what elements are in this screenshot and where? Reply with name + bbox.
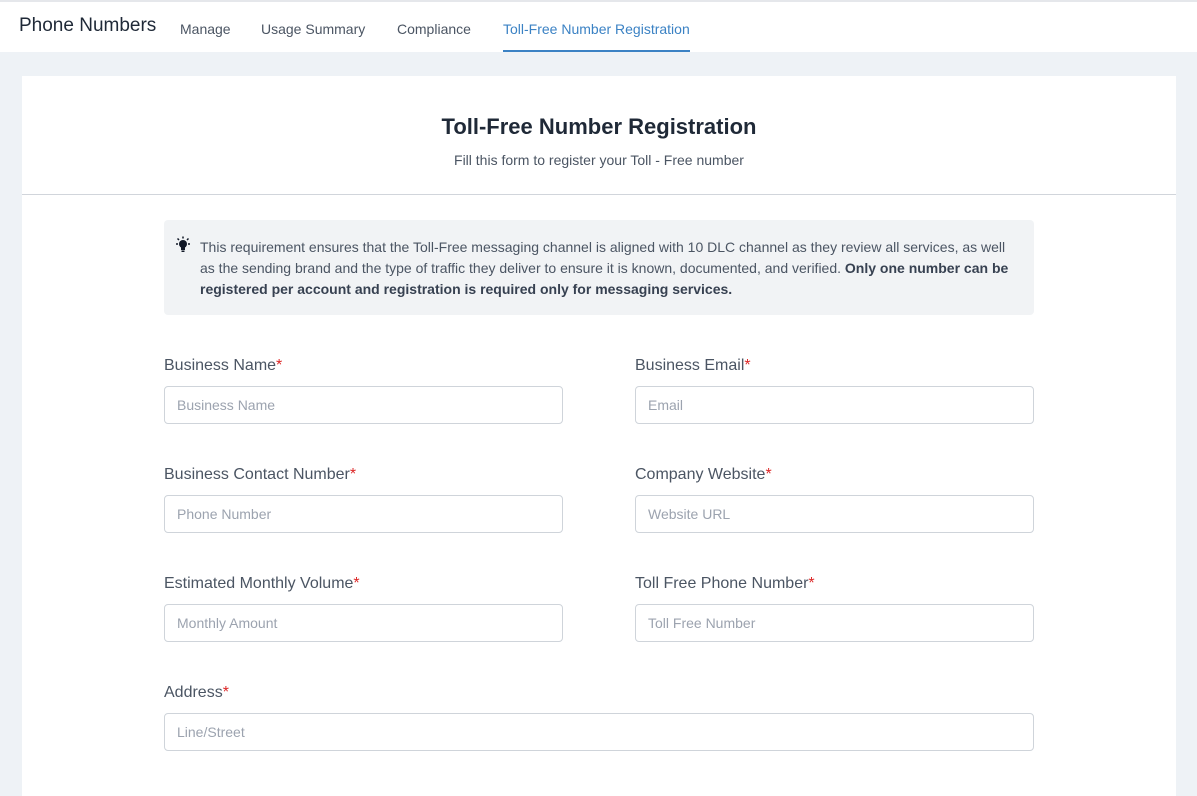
estimated-monthly-volume-label: Estimated Monthly Volume* [164, 575, 360, 592]
required-marker: * [349, 466, 357, 483]
required-marker: * [353, 575, 360, 592]
required-marker: * [744, 357, 751, 374]
required-marker: * [808, 575, 815, 592]
top-nav-bar: Phone Numbers Manage Usage Summary Compl… [0, 0, 1197, 52]
tab-toll-free-number-registration[interactable]: Toll-Free Number Registration [503, 21, 690, 52]
registration-form-card: Toll-Free Number Registration Fill this … [22, 76, 1176, 796]
form-subtitle: Fill this form to register your Toll - F… [454, 152, 744, 168]
tab-manage[interactable]: Manage [180, 21, 231, 52]
lightbulb-icon [176, 236, 190, 252]
business-name-label: Business Name* [164, 357, 283, 374]
app-title: Phone Numbers [19, 15, 157, 36]
form-header: Toll-Free Number Registration Fill this … [22, 76, 1176, 195]
required-marker: * [765, 466, 772, 483]
business-email-input[interactable] [635, 386, 1034, 424]
business-contact-number-label: Business Contact Number* [164, 466, 357, 483]
business-name-input[interactable] [164, 386, 563, 424]
tab-compliance[interactable]: Compliance [397, 21, 471, 52]
required-marker: * [276, 357, 283, 374]
estimated-monthly-volume-input[interactable] [164, 604, 563, 642]
notice-text: This requirement ensures that the Toll-F… [200, 237, 1010, 300]
toll-free-phone-number-input[interactable] [635, 604, 1034, 642]
required-marker: * [222, 684, 229, 701]
form-title: Toll-Free Number Registration [441, 114, 757, 139]
company-website-input[interactable] [635, 495, 1034, 533]
business-contact-number-input[interactable] [164, 495, 563, 533]
address-label: Address* [164, 684, 229, 701]
toll-free-phone-number-label: Toll Free Phone Number* [635, 575, 815, 592]
requirement-notice: This requirement ensures that the Toll-F… [164, 220, 1034, 315]
company-website-label: Company Website* [635, 466, 772, 483]
tab-usage-summary[interactable]: Usage Summary [261, 21, 365, 52]
address-line-street-input[interactable] [164, 713, 1034, 751]
business-email-label: Business Email* [635, 357, 751, 374]
